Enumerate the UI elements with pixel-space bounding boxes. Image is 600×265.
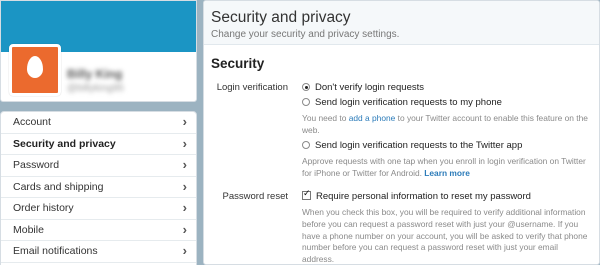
chevron-right-icon: › bbox=[182, 221, 187, 237]
radio-option-twitter-app[interactable]: Send login verification requests to the … bbox=[302, 140, 522, 151]
profile-name[interactable]: Billy King bbox=[67, 67, 122, 81]
nav-item-mobile[interactable]: Mobile › bbox=[1, 220, 196, 241]
learn-more-link[interactable]: Learn more bbox=[424, 168, 470, 178]
nav-item-label: Email notifications bbox=[13, 245, 98, 257]
nav-item-account[interactable]: Account › bbox=[1, 112, 196, 134]
avatar[interactable] bbox=[9, 44, 61, 96]
panel-header: Security and privacy Change your securit… bbox=[204, 1, 599, 45]
password-reset-label: Password reset bbox=[222, 191, 288, 202]
nav-item-label: Account bbox=[13, 116, 51, 128]
page-subtitle: Change your security and privacy setting… bbox=[211, 29, 400, 40]
nav-item-security-and-privacy[interactable]: Security and privacy › bbox=[1, 134, 196, 155]
checkbox-label: Require personal information to reset my… bbox=[316, 191, 531, 202]
profile-handle: @billyking95 bbox=[67, 83, 124, 94]
radio-option-dont-verify[interactable]: Don't verify login requests bbox=[302, 82, 424, 93]
chevron-right-icon: › bbox=[182, 157, 187, 172]
radio-button-selected[interactable] bbox=[302, 83, 310, 91]
settings-panel: Security and privacy Change your securit… bbox=[203, 0, 600, 265]
nav-item-cards-and-shipping[interactable]: Cards and shipping › bbox=[1, 177, 196, 198]
login-verification-label: Login verification bbox=[216, 82, 288, 93]
nav-item-email-notifications[interactable]: Email notifications › bbox=[1, 241, 196, 263]
default-egg-icon bbox=[27, 56, 43, 78]
section-title-security: Security bbox=[211, 56, 265, 71]
chevron-right-icon: › bbox=[182, 178, 187, 194]
phone-help-pre: You need to bbox=[302, 113, 349, 123]
checkbox-require-personal-info[interactable]: Require personal information to reset my… bbox=[302, 189, 531, 202]
radio-option-label: Don't verify login requests bbox=[315, 82, 425, 93]
chevron-right-icon: › bbox=[182, 135, 187, 151]
nav-item-order-history[interactable]: Order history › bbox=[1, 198, 196, 220]
settings-nav: Account › Security and privacy › Passwor… bbox=[0, 111, 197, 265]
nav-item-label: Order history bbox=[13, 202, 74, 214]
phone-help-text: You need to add a phone to your Twitter … bbox=[302, 113, 592, 137]
app-help-text: Approve requests with one tap when you e… bbox=[302, 156, 592, 180]
nav-item-label: Cards and shipping bbox=[13, 180, 104, 193]
radio-button[interactable] bbox=[302, 98, 310, 106]
add-phone-link[interactable]: add a phone bbox=[349, 113, 396, 123]
chevron-right-icon: › bbox=[182, 200, 187, 215]
nav-item-label: Mobile bbox=[13, 223, 44, 236]
nav-item-password[interactable]: Password › bbox=[1, 155, 196, 177]
password-reset-help-text: When you check this box, you will be req… bbox=[302, 207, 588, 265]
chevron-right-icon: › bbox=[182, 243, 187, 258]
checkbox-checked[interactable] bbox=[302, 189, 311, 200]
page-title: Security and privacy bbox=[211, 9, 351, 26]
radio-option-phone[interactable]: Send login verification requests to my p… bbox=[302, 97, 502, 108]
radio-option-label: Send login verification requests to the … bbox=[315, 140, 523, 151]
radio-button[interactable] bbox=[302, 141, 310, 149]
radio-option-label: Send login verification requests to my p… bbox=[315, 97, 502, 108]
chevron-right-icon: › bbox=[182, 114, 187, 129]
nav-item-label: Password bbox=[13, 159, 60, 171]
profile-card: Billy King @billyking95 bbox=[0, 0, 197, 102]
nav-item-label: Security and privacy bbox=[13, 137, 116, 150]
